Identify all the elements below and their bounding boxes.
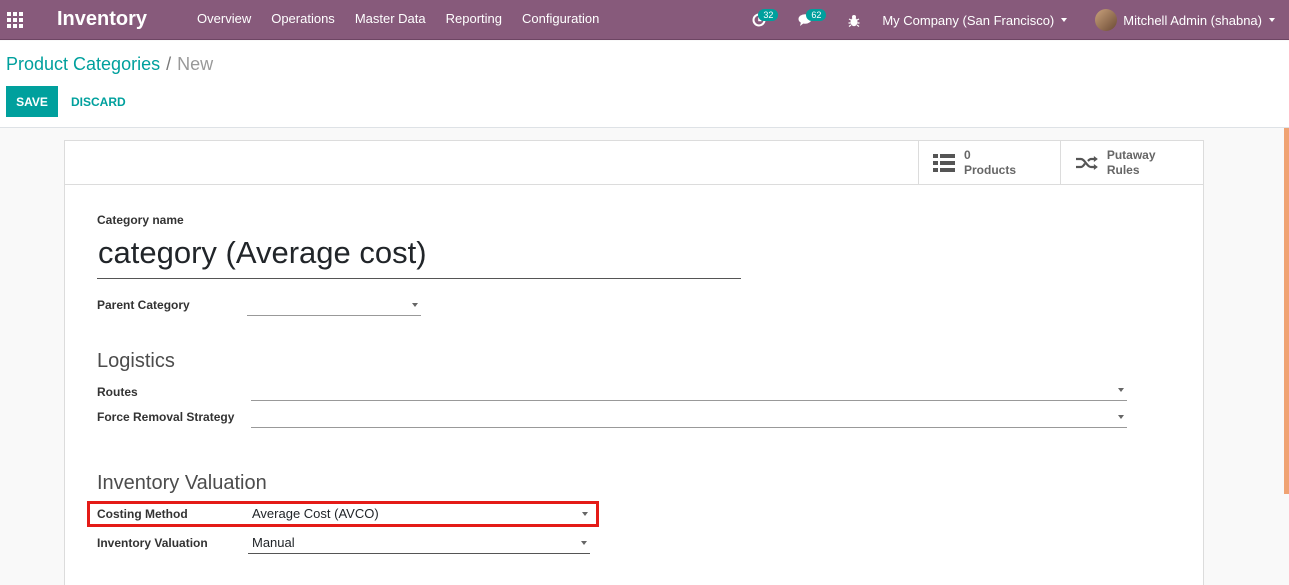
apps-menu-icon[interactable] (0, 0, 30, 40)
routes-select[interactable] (251, 379, 1127, 401)
putaway-rules-label: Putaway Rules (1106, 148, 1156, 177)
user-menu[interactable]: Mitchell Admin (shabna) (1079, 9, 1289, 31)
products-count: 0 (964, 148, 971, 162)
breadcrumb: Product Categories / New (6, 54, 213, 75)
top-navbar: Inventory Overview Operations Master Dat… (0, 0, 1289, 40)
parent-category-label: Parent Category (97, 298, 190, 312)
valuation-group-title: Inventory Valuation (97, 472, 267, 494)
caret-down-icon (581, 541, 587, 545)
app-title[interactable]: Inventory (57, 8, 147, 31)
avatar (1095, 9, 1118, 31)
caret-down-icon (412, 303, 418, 307)
costing-method-highlight (87, 501, 599, 527)
user-name: Mitchell Admin (shabna) (1123, 12, 1262, 28)
parent-category-select[interactable] (247, 294, 421, 316)
menu-overview[interactable]: Overview (187, 0, 261, 40)
activity-button[interactable]: 32 (742, 0, 779, 40)
company-switcher[interactable]: My Company (San Francisco) (870, 13, 1079, 28)
logistics-group-title: Logistics (97, 350, 175, 372)
inventory-valuation-label: Inventory Valuation (97, 536, 208, 550)
scrollbar-thumb[interactable] (1284, 128, 1289, 494)
menu-operations[interactable]: Operations (261, 0, 345, 40)
inventory-valuation-select[interactable]: Manual (248, 532, 590, 554)
systray: 32 62 My Company (San Francisco) Mitchel… (742, 0, 1289, 40)
putaway-rules-smart-button[interactable]: Putaway Rules (1060, 141, 1203, 185)
bug-icon (848, 14, 860, 27)
caret-down-icon (1269, 18, 1275, 22)
caret-down-icon (1118, 415, 1124, 419)
save-button[interactable]: SAVE (6, 86, 58, 117)
random-icon (1075, 156, 1098, 170)
activity-count-badge: 32 (758, 9, 779, 21)
caret-down-icon (1061, 18, 1068, 22)
messages-count-badge: 62 (806, 9, 827, 21)
discard-button[interactable]: DISCARD (64, 86, 133, 117)
debug-button[interactable] (838, 0, 870, 40)
category-name-input[interactable]: category (Average cost) (97, 231, 741, 279)
caret-down-icon (1118, 388, 1124, 392)
products-smart-button[interactable]: 0 Products (918, 141, 1060, 185)
company-name: My Company (San Francisco) (882, 12, 1055, 28)
inventory-valuation-value: Manual (252, 535, 295, 550)
messages-button[interactable]: 62 (788, 0, 827, 40)
products-label: Products (964, 163, 1017, 177)
main-menu: Overview Operations Master Data Reportin… (187, 0, 609, 40)
form-sheet: 0 Products Putaway Rules Category name c… (64, 140, 1204, 585)
control-panel: Product Categories / New SAVE DISCARD (0, 41, 1289, 128)
routes-label: Routes (97, 385, 138, 399)
list-icon (933, 154, 955, 172)
category-name-label: Category name (97, 213, 184, 227)
breadcrumb-separator: / (166, 54, 172, 74)
smart-button-box: 0 Products Putaway Rules (918, 141, 1203, 185)
breadcrumb-current: New (177, 54, 214, 74)
removal-strategy-label: Force Removal Strategy (97, 410, 235, 424)
menu-master-data[interactable]: Master Data (345, 0, 436, 40)
breadcrumb-parent-link[interactable]: Product Categories (6, 54, 160, 74)
menu-configuration[interactable]: Configuration (512, 0, 609, 40)
menu-reporting[interactable]: Reporting (436, 0, 512, 40)
removal-strategy-select[interactable] (251, 406, 1127, 428)
